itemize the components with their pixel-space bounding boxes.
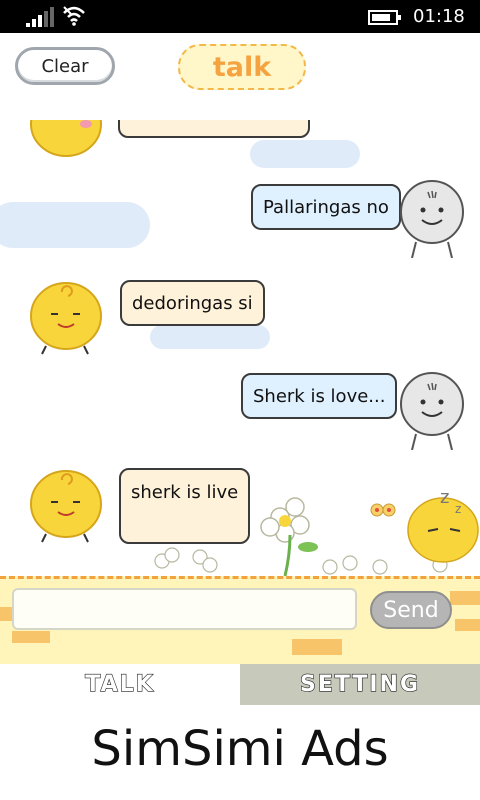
message-input[interactable] — [12, 588, 357, 630]
message-bubble: Sherk is love... — [241, 373, 398, 419]
cloud-decoration — [150, 325, 270, 349]
simsimi-avatar-icon — [30, 470, 102, 543]
send-button[interactable]: Send — [370, 591, 452, 629]
message-bubble: Pallaringas no — [251, 184, 401, 230]
ad-banner[interactable]: SimSimi Ads — [0, 714, 480, 784]
flower-scenery-decoration: z z — [154, 487, 479, 576]
tab-setting-label: SETTING — [299, 671, 421, 697]
stripe-decoration — [455, 619, 480, 631]
input-bar: Send — [0, 576, 480, 664]
stripe-decoration — [292, 639, 342, 655]
status-bar: 01:18 — [0, 0, 480, 33]
battery-icon — [368, 10, 401, 25]
cloud-decoration — [0, 202, 150, 248]
stripe-decoration — [0, 607, 12, 621]
signal-icon — [26, 7, 56, 27]
simsimi-avatar-icon — [30, 282, 102, 355]
svg-text:z: z — [440, 487, 449, 508]
message-bubble — [118, 120, 310, 138]
clear-button[interactable]: Clear — [15, 47, 115, 85]
message-bubble: dedoringas si — [120, 280, 265, 326]
user-avatar-icon — [400, 180, 464, 258]
stripe-decoration — [450, 591, 480, 605]
svg-text:z: z — [455, 502, 461, 516]
user-avatar-icon — [400, 372, 464, 450]
status-time: 01:18 — [413, 6, 465, 27]
simsimi-avatar-icon — [30, 120, 102, 157]
stripe-decoration — [12, 631, 50, 643]
tab-talk[interactable]: TALK — [0, 664, 240, 705]
wifi-icon — [63, 6, 85, 26]
tab-setting[interactable]: SETTING — [240, 664, 480, 705]
cloud-decoration — [250, 140, 360, 168]
tab-talk-label: TALK — [85, 671, 155, 697]
page-title: talk — [178, 44, 306, 90]
chat-area[interactable]: Pallaringas no dedoringas si Sherk is lo… — [0, 120, 480, 576]
